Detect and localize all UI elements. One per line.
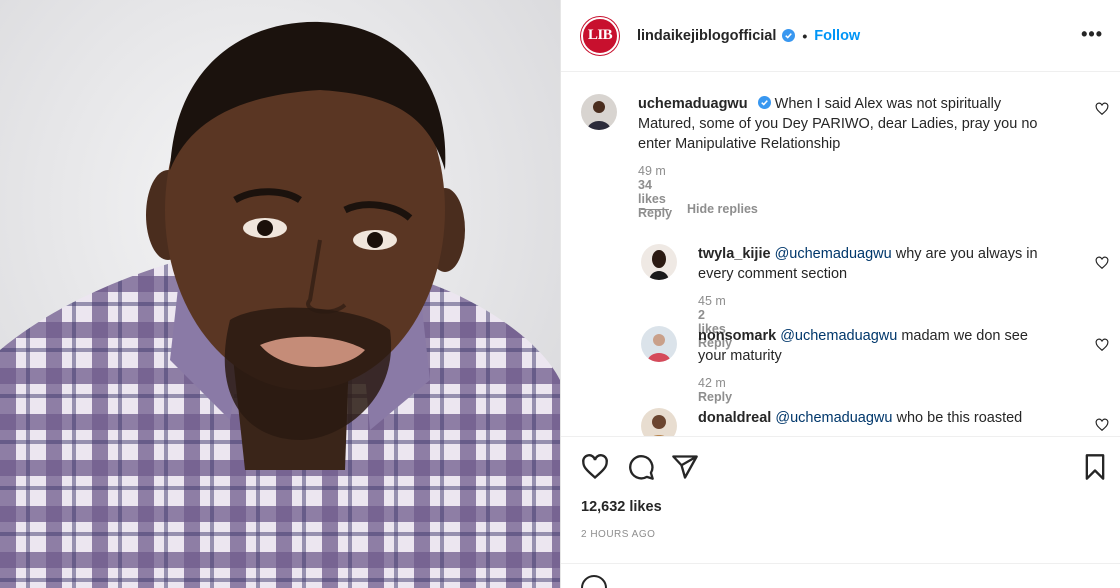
- follow-button[interactable]: Follow: [814, 28, 860, 44]
- hide-replies-button[interactable]: Hide replies: [641, 202, 758, 216]
- verified-badge-icon: [757, 96, 771, 109]
- post-photo[interactable]: [0, 0, 560, 588]
- reply-time[interactable]: 42 m: [698, 376, 726, 390]
- likes-count[interactable]: 12,632 likes: [581, 499, 662, 515]
- commenter-avatar[interactable]: [641, 326, 677, 362]
- commenter-avatar[interactable]: [641, 408, 677, 436]
- reply-username[interactable]: nonsomark: [698, 328, 776, 344]
- comment-icon[interactable]: [627, 453, 655, 481]
- reply-button[interactable]: Reply: [698, 390, 732, 404]
- post-sidebar: LIB lindaikejiblogofficial • Follow ••• …: [560, 0, 1120, 588]
- reply-time[interactable]: 45 m: [698, 294, 726, 308]
- reply-text: nonsomark @uchemaduagwu madam we don see…: [698, 326, 1058, 366]
- post-header: LIB lindaikejiblogofficial • Follow •••: [561, 0, 1120, 72]
- heart-icon[interactable]: [581, 453, 609, 481]
- emoji-icon[interactable]: [581, 575, 607, 588]
- mention-link[interactable]: @uchemaduagwu: [780, 328, 897, 344]
- hide-replies-label: Hide replies: [687, 202, 758, 216]
- reply-text: donaldreal @uchemaduagwu who be this roa…: [698, 408, 1058, 428]
- more-options-icon[interactable]: •••: [1081, 24, 1103, 45]
- bookmark-icon[interactable]: [1081, 453, 1109, 481]
- reply-text: twyla_kijie @uchemaduagwu why are you al…: [698, 244, 1058, 284]
- verified-badge-icon: [782, 29, 796, 42]
- reply-username[interactable]: donaldreal: [698, 410, 771, 426]
- logo-text: LIB: [587, 27, 613, 43]
- portrait-illustration: [0, 0, 560, 588]
- post-actions: 12,632 likes 2 HOURS AGO: [561, 436, 1120, 588]
- heart-icon[interactable]: [1095, 338, 1109, 352]
- account-avatar[interactable]: LIB: [581, 16, 619, 55]
- reply-body: who be this roasted: [896, 410, 1023, 426]
- commenter-avatar[interactable]: [641, 244, 677, 280]
- comments-list[interactable]: uchemaduagwu When I said Alex was not sp…: [561, 72, 1120, 436]
- comment-text: uchemaduagwu When I said Alex was not sp…: [638, 94, 1058, 154]
- heart-icon[interactable]: [1095, 102, 1109, 116]
- mention-link[interactable]: @uchemaduagwu: [775, 410, 892, 426]
- reply-meta: 42 m Reply: [698, 376, 744, 404]
- separator: •: [802, 27, 808, 44]
- comment-username[interactable]: uchemaduagwu: [638, 96, 748, 112]
- account-username[interactable]: lindaikejiblogofficial: [637, 28, 776, 44]
- heart-icon[interactable]: [1095, 256, 1109, 270]
- divider: [561, 563, 1120, 564]
- share-icon[interactable]: [671, 453, 699, 481]
- post-time[interactable]: 2 HOURS AGO: [581, 529, 655, 540]
- mention-link[interactable]: @uchemaduagwu: [775, 246, 892, 262]
- divider-line: [641, 208, 669, 210]
- commenter-avatar[interactable]: [581, 94, 617, 130]
- reply-username[interactable]: twyla_kijie: [698, 246, 771, 262]
- heart-icon[interactable]: [1095, 418, 1109, 432]
- comment-time[interactable]: 49 m: [638, 164, 666, 178]
